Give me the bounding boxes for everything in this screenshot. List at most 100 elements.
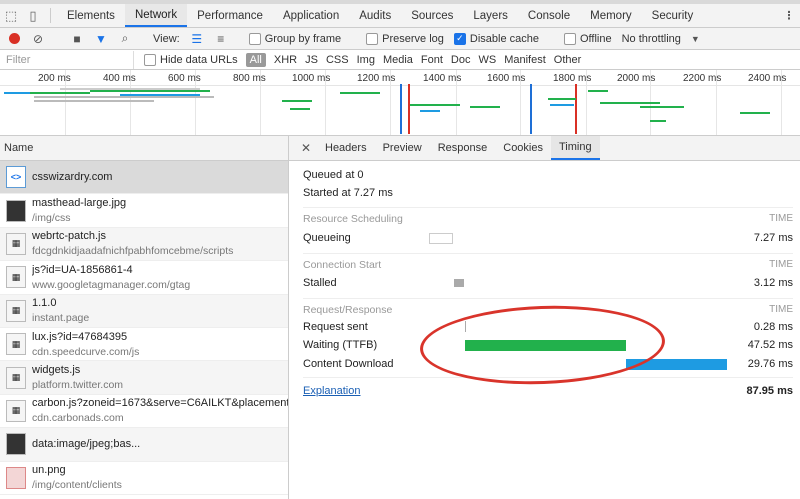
list-item[interactable]: ▦ widgets.js platform.twitter.com bbox=[0, 361, 288, 395]
request-name: lux.js?id=47684395 bbox=[32, 330, 128, 343]
overview-request-bar bbox=[550, 104, 574, 106]
filter-funnel-icon[interactable]: ▼ bbox=[90, 32, 112, 46]
screenshot-camera-icon[interactable]: ■ bbox=[66, 32, 88, 46]
list-item[interactable]: ▦ carbon.js?zoneid=1673&serve=C6AILKT&pl… bbox=[0, 395, 288, 429]
overview-request-bar bbox=[120, 94, 200, 96]
script-file-icon: ▦ bbox=[6, 266, 26, 289]
network-overview-timeline[interactable]: 200 ms 400 ms 600 ms 800 ms 1000 ms 1200… bbox=[0, 70, 800, 136]
overview-request-bar bbox=[290, 108, 310, 110]
record-button[interactable] bbox=[9, 33, 20, 44]
overview-request-bar bbox=[470, 106, 500, 108]
queueing-label: Queueing bbox=[303, 232, 351, 244]
list-item[interactable]: un.png /img/content/clients bbox=[0, 462, 288, 495]
tab-preview[interactable]: Preview bbox=[375, 136, 430, 160]
type-filter-other[interactable]: Other bbox=[550, 53, 586, 67]
request-path: www.googletagmanager.com/gtag bbox=[32, 278, 191, 291]
explanation-link[interactable]: Explanation bbox=[303, 385, 361, 397]
separator bbox=[50, 8, 51, 23]
total-time-value: 87.95 ms bbox=[746, 385, 793, 397]
list-item[interactable]: data:image/jpeg;bas... bbox=[0, 428, 288, 462]
offline-checkbox[interactable]: Offline bbox=[563, 32, 612, 45]
list-item[interactable]: ▦ webrtc-patch.js fdcgdnkidjaadafnichfpa… bbox=[0, 227, 288, 262]
type-filter-js[interactable]: JS bbox=[301, 53, 322, 67]
type-filter-all[interactable]: All bbox=[245, 52, 266, 67]
clear-icon[interactable]: ⊘ bbox=[27, 32, 49, 46]
image-file-icon bbox=[6, 199, 26, 222]
checkbox-box[interactable] bbox=[366, 32, 379, 45]
list-item[interactable]: ▦ lux.js?id=47684395 cdn.speedcurve.com/… bbox=[0, 328, 288, 362]
list-item[interactable]: ▦ js?id=UA-1856861-4 www.googletagmanage… bbox=[0, 261, 288, 295]
overview-request-bar bbox=[90, 90, 210, 92]
tab-performance[interactable]: Performance bbox=[187, 4, 273, 27]
detail-tabs: ✕ Headers Preview Response Cookies Timin… bbox=[289, 136, 800, 161]
group-by-frame-checkbox[interactable]: Group by frame bbox=[248, 32, 341, 45]
overview-request-bar bbox=[30, 92, 90, 94]
tab-console[interactable]: Console bbox=[518, 4, 580, 27]
overview-request-bar bbox=[410, 104, 460, 106]
tab-response[interactable]: Response bbox=[430, 136, 496, 160]
hide-data-urls-checkbox[interactable]: Hide data URLs bbox=[144, 53, 238, 66]
waterfall-overview-icon[interactable]: ≡ bbox=[210, 32, 232, 46]
tab-headers[interactable]: Headers bbox=[317, 136, 375, 160]
tab-network[interactable]: Network bbox=[124, 4, 188, 27]
type-filter-xhr[interactable]: XHR bbox=[270, 53, 301, 67]
request-name: masthead-large.jpg bbox=[32, 197, 127, 210]
list-item[interactable]: ▦ 1.1.0 instant.page bbox=[0, 294, 288, 328]
type-filter-img[interactable]: Img bbox=[353, 53, 379, 67]
devtools-panel-tabs: ⬚ ▯ Elements Network Performance Applica… bbox=[0, 4, 800, 28]
script-file-icon: ▦ bbox=[6, 366, 26, 389]
request-name: widgets.js bbox=[32, 364, 81, 377]
type-filter-font[interactable]: Font bbox=[417, 53, 447, 67]
disable-cache-checkbox[interactable]: ✓ Disable cache bbox=[453, 32, 539, 45]
checkbox-box[interactable] bbox=[248, 32, 261, 45]
inspect-element-icon[interactable]: ⬚ bbox=[0, 4, 22, 27]
filter-input[interactable] bbox=[0, 50, 134, 69]
throttling-value: No throttling bbox=[621, 32, 681, 45]
type-filter-media[interactable]: Media bbox=[379, 53, 417, 67]
tab-layers[interactable]: Layers bbox=[463, 4, 518, 27]
close-icon[interactable]: ✕ bbox=[295, 136, 317, 160]
script-file-icon: ▦ bbox=[6, 232, 26, 255]
divider bbox=[303, 207, 793, 208]
divider bbox=[303, 298, 793, 299]
network-toolbar: ⊘ ■ ▼ ⌕ View: ☰ ≡ Group by frame Preserv… bbox=[0, 28, 800, 50]
name-column-header[interactable]: Name bbox=[0, 136, 288, 161]
tab-timing[interactable]: Timing bbox=[551, 136, 600, 160]
divider bbox=[303, 253, 793, 254]
tab-cookies[interactable]: Cookies bbox=[495, 136, 551, 160]
tab-security[interactable]: Security bbox=[642, 4, 704, 27]
type-filter-manifest[interactable]: Manifest bbox=[500, 53, 550, 67]
tab-audits[interactable]: Audits bbox=[349, 4, 401, 27]
tab-elements[interactable]: Elements bbox=[57, 4, 125, 27]
request-name: 1.1.0 bbox=[32, 297, 57, 310]
checkbox-box[interactable] bbox=[563, 32, 576, 45]
checkbox-box[interactable] bbox=[144, 53, 156, 66]
more-options-icon[interactable]: ⋮ bbox=[778, 4, 800, 27]
queueing-value: 7.27 ms bbox=[753, 232, 793, 244]
large-rows-icon[interactable]: ☰ bbox=[186, 32, 208, 46]
device-toolbar-icon[interactable]: ▯ bbox=[22, 4, 44, 27]
filter-bar: Hide data URLs All XHR JS CSS Img Media … bbox=[0, 50, 800, 70]
preserve-log-checkbox[interactable]: Preserve log bbox=[366, 32, 444, 45]
time-column-header: TIME bbox=[769, 213, 793, 224]
image-file-icon bbox=[6, 433, 26, 456]
type-filter-ws[interactable]: WS bbox=[474, 53, 500, 67]
section-connection-start: Connection Start bbox=[303, 259, 382, 271]
search-icon[interactable]: ⌕ bbox=[114, 31, 136, 46]
ttfb-value: 47.52 ms bbox=[747, 339, 793, 351]
list-item[interactable]: masthead-large.jpg /img/css bbox=[0, 194, 288, 228]
type-filter-css[interactable]: CSS bbox=[322, 53, 353, 67]
tab-application[interactable]: Application bbox=[273, 4, 349, 27]
list-item[interactable]: <> csswizardry.com bbox=[0, 161, 288, 195]
tab-memory[interactable]: Memory bbox=[580, 4, 642, 27]
throttling-select[interactable]: No throttling ▼ bbox=[622, 33, 700, 45]
tick-label: 2000 ms bbox=[617, 73, 656, 84]
request-name: webrtc-patch.js bbox=[32, 230, 106, 243]
checkbox-checked-box[interactable]: ✓ bbox=[453, 32, 466, 45]
chevron-down-icon: ▼ bbox=[690, 33, 700, 44]
request-name: un.png bbox=[32, 464, 66, 477]
type-filter-doc[interactable]: Doc bbox=[447, 53, 475, 67]
tab-sources[interactable]: Sources bbox=[401, 4, 463, 27]
tick-label: 400 ms bbox=[103, 73, 136, 84]
disable-cache-label: Disable cache bbox=[469, 32, 539, 45]
